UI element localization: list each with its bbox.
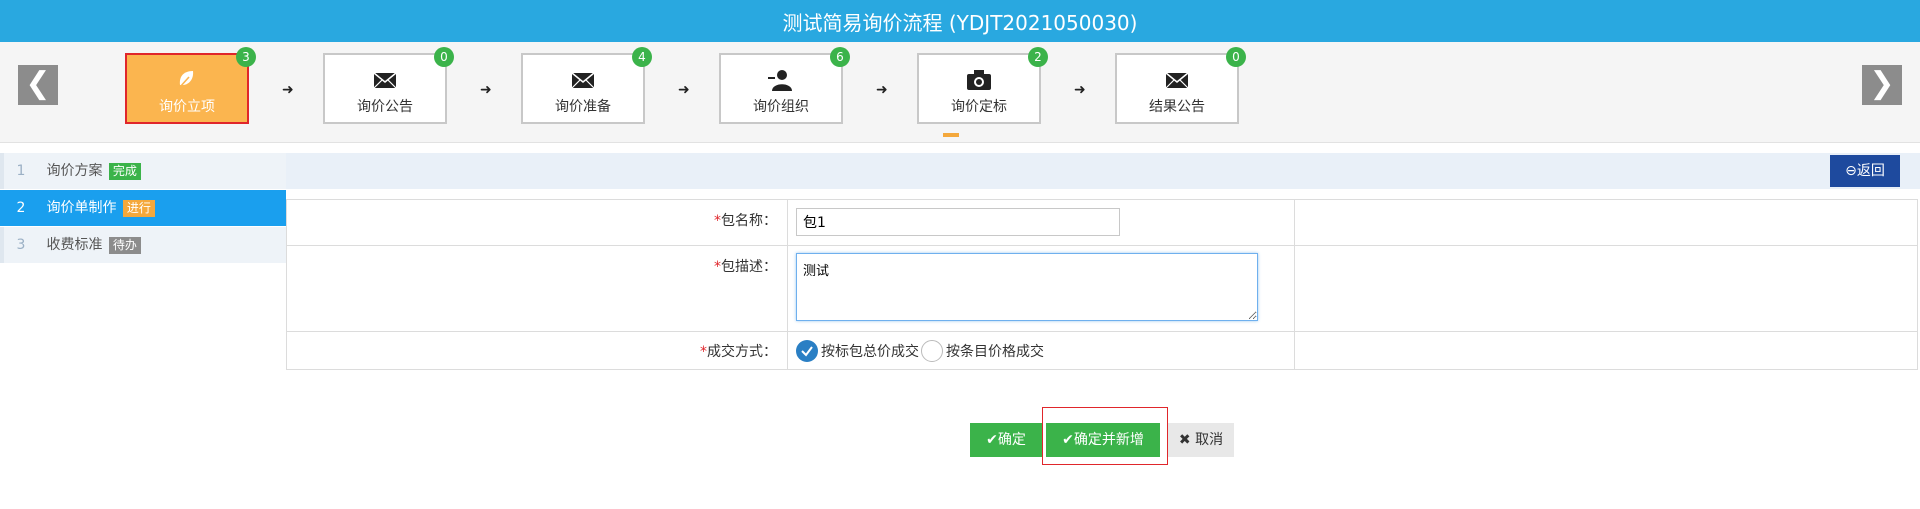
window-title: 测试简易询价流程 (YDJT2021050030) — [0, 0, 1920, 42]
chevron-right-icon[interactable]: ❯ — [1862, 65, 1902, 105]
step-inquiry-award[interactable]: 询价定标 2 — [917, 47, 1048, 124]
required-mark: * — [714, 259, 721, 275]
radio-label[interactable]: 按标包总价成交 — [821, 344, 919, 360]
sidebar-item-edge — [0, 227, 4, 263]
required-mark: * — [714, 213, 721, 229]
sidebar-item-inquiry-plan[interactable]: 1 询价方案 完成 — [0, 153, 286, 190]
package-name-label: 包名称： — [721, 213, 777, 229]
sidebar-item-number: 1 — [16, 163, 26, 179]
form-value-cell: 按标包总价成交 按条目价格成交 — [787, 331, 1295, 370]
sidebar-item-number: 3 — [16, 237, 26, 253]
step-count-badge: 0 — [434, 47, 454, 67]
step-result-notice[interactable]: 结果公告 0 — [1115, 47, 1246, 124]
package-name-input[interactable] — [796, 208, 1120, 236]
content-header-bar — [286, 153, 1920, 189]
envelope-icon — [571, 72, 595, 89]
step-inquiry-notice[interactable]: 询价公告 0 — [323, 47, 454, 124]
radio-total-price[interactable] — [796, 339, 818, 362]
check-icon — [801, 345, 813, 357]
package-desc-label: 包描述： — [721, 259, 777, 275]
form-row-deal-method: *成交方式： 按标包总价成交 按条目价格成交 — [286, 331, 1918, 370]
envelope-icon — [373, 72, 397, 89]
sidebar-item-label: 收费标准 — [46, 237, 103, 253]
sidebar-item-fee-standard[interactable]: 3 收费标准 待办 — [0, 227, 286, 264]
form-row-package-desc: *包描述： 测试 — [286, 245, 1918, 332]
step-arrow-icon: ➜ — [678, 82, 690, 98]
step-inquiry-organization[interactable]: 询价组织 6 — [719, 47, 850, 124]
form-empty-cell — [1294, 331, 1918, 370]
step-label: 询价准备 — [555, 99, 611, 115]
step-arrow-icon: ➜ — [282, 82, 294, 98]
leaf-icon — [179, 71, 194, 88]
step-label: 询价立项 — [159, 99, 215, 115]
sub-step-sidebar: 1 询价方案 完成 2 询价单制作 进行 3 收费标准 待办 — [0, 153, 286, 264]
step-arrow-icon: ➜ — [1074, 82, 1086, 98]
form-row-package-name: *包名称： — [286, 199, 1918, 246]
step-count-badge: 0 — [1226, 47, 1246, 67]
package-form: *包名称： *包描述： 测试 *成交方式： 按标包总价成交按条目价格成交 — [286, 199, 1918, 370]
step-label: 询价组织 — [753, 99, 809, 115]
confirm-button[interactable]: ✔确定 — [970, 423, 1042, 457]
step-count-badge: 3 — [236, 47, 256, 67]
camera-icon — [967, 70, 991, 90]
user-icon — [768, 70, 792, 91]
process-steps-bar: ❮ 询价立项 3 ➜ 询价公告 0 ➜ 询价准备 4 ➜ 询价组织 6 ➜ 询价… — [0, 42, 1920, 143]
radio-item-price[interactable] — [921, 339, 943, 362]
step-count-badge: 4 — [632, 47, 652, 67]
chevron-left-icon[interactable]: ❮ — [18, 65, 58, 105]
confirm-and-add-button[interactable]: ✔确定并新增 — [1046, 423, 1160, 457]
status-badge: 进行 — [122, 199, 155, 217]
back-button[interactable]: ⊖返回 — [1830, 155, 1900, 187]
form-label: *包描述： — [286, 245, 788, 332]
radio-label[interactable]: 按条目价格成交 — [946, 344, 1044, 360]
required-mark: * — [700, 343, 707, 360]
step-count-badge: 6 — [830, 47, 850, 67]
status-badge: 完成 — [108, 162, 141, 180]
deal-method-label: 成交方式： — [707, 343, 777, 360]
form-empty-cell — [1294, 199, 1918, 246]
envelope-icon — [1165, 72, 1189, 89]
sidebar-item-edge — [0, 153, 4, 189]
package-desc-textarea[interactable]: 测试 — [796, 253, 1258, 321]
sidebar-item-label: 询价单制作 — [46, 200, 117, 216]
form-label: *包名称： — [286, 199, 788, 246]
step-label: 询价公告 — [357, 99, 413, 115]
step-inquiry-preparation[interactable]: 询价准备 4 — [521, 47, 652, 124]
step-label: 结果公告 — [1149, 99, 1205, 115]
step-arrow-icon: ➜ — [876, 82, 888, 98]
current-step-indicator — [943, 133, 959, 137]
step-count-badge: 2 — [1028, 47, 1048, 67]
sidebar-item-label: 询价方案 — [46, 163, 103, 179]
sidebar-item-number: 2 — [16, 200, 26, 216]
cancel-button[interactable]: ✖ 取消 — [1168, 423, 1234, 457]
form-empty-cell — [1294, 245, 1918, 332]
step-inquiry-project[interactable]: 询价立项 3 — [125, 47, 256, 124]
form-label: *成交方式： — [286, 331, 788, 370]
form-value-cell — [787, 199, 1295, 246]
step-arrow-icon: ➜ — [480, 82, 492, 98]
sidebar-item-inquiry-form[interactable]: 2 询价单制作 进行 — [0, 190, 286, 227]
form-value-cell: 测试 — [787, 245, 1295, 332]
step-label: 询价定标 — [951, 99, 1007, 115]
status-badge: 待办 — [108, 236, 141, 254]
